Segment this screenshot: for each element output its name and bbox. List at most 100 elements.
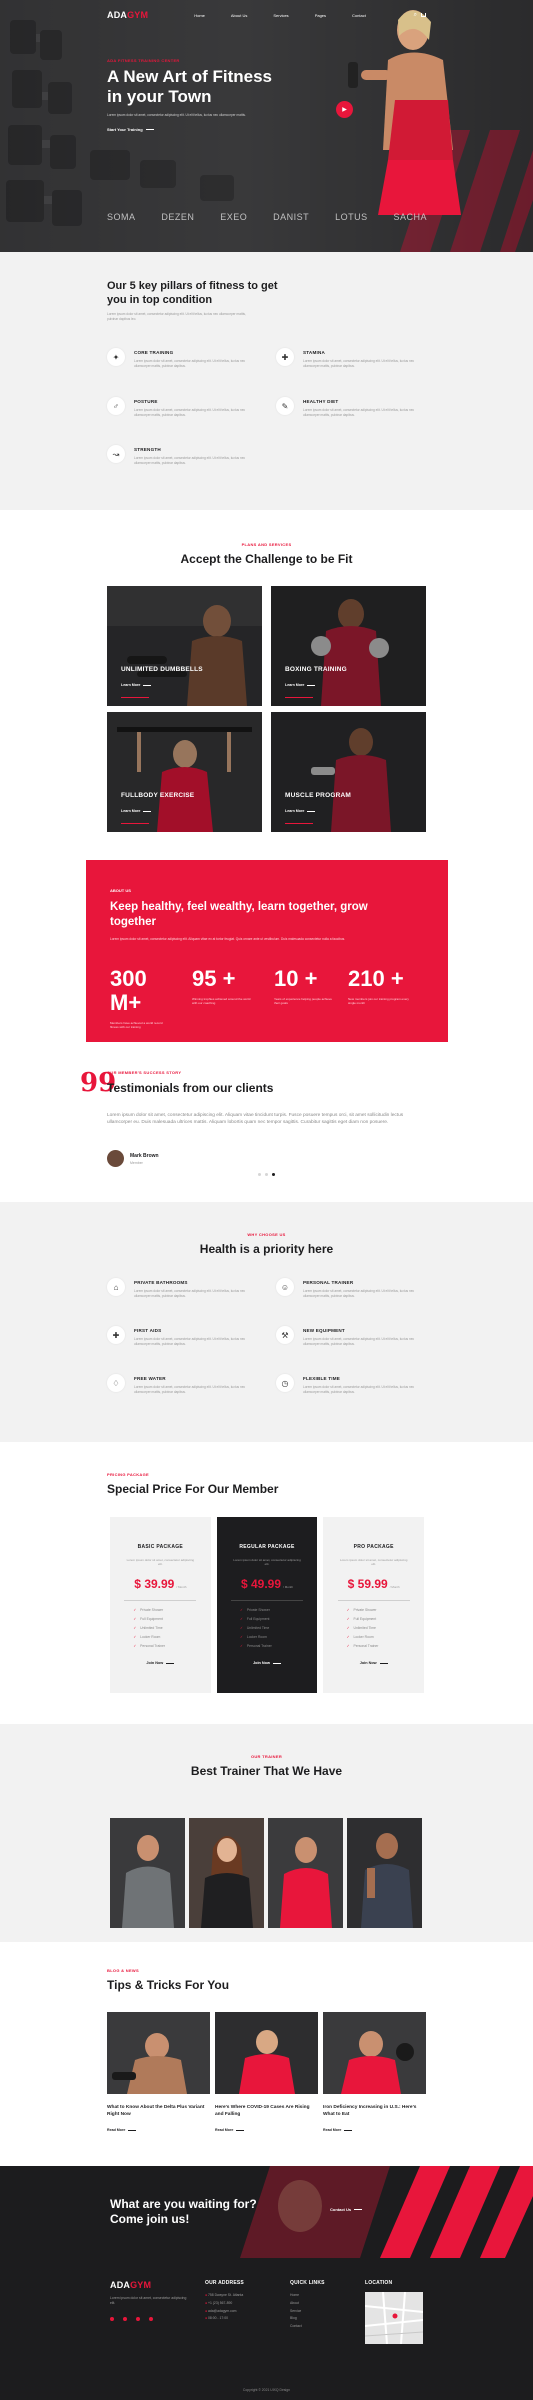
blog-post-title[interactable]: Here's Where COVID-19 Cases Are Rising a… xyxy=(215,2105,318,2118)
menu-item-services[interactable]: Services xyxy=(273,13,288,18)
start-training-button[interactable]: Start Your Training xyxy=(107,127,154,132)
plan-card[interactable]: BOXING TRAINING Learn More xyxy=(271,586,426,706)
pillar-title: HEALTHY DIET xyxy=(303,399,339,404)
blog-post[interactable]: What to Know About the Delta Plus Varian… xyxy=(107,2012,210,2136)
pillar-item: ♂ POSTURE Lorem ipsum dolor sit amet, con… xyxy=(107,397,257,417)
feature-item: ✓ Personal Trainer xyxy=(240,1642,294,1651)
equipment-icon: ⚒ xyxy=(276,1326,294,1344)
trainer-photo[interactable] xyxy=(189,1818,264,1928)
clock-icon: ◷ xyxy=(276,1374,294,1392)
menu-item-home[interactable]: Home xyxy=(194,13,205,18)
join-now-button[interactable]: Join Now xyxy=(146,1661,175,1665)
instagram-icon[interactable] xyxy=(136,2317,140,2322)
carousel-dot[interactable] xyxy=(265,1173,268,1176)
twitter-icon[interactable] xyxy=(123,2317,127,2322)
footer-link-home[interactable]: Home xyxy=(290,2292,325,2300)
about-description: Lorem ipsum dolor sit amet, consectetur … xyxy=(110,937,346,941)
banner-title: What are you waiting for? Come join us! xyxy=(110,2197,257,2226)
footer-about: ADAGYM Lorem ipsum dolor sit amet, conse… xyxy=(110,2280,190,2322)
package-desc: Lorem ipsum dolor sit amet, consectetur … xyxy=(126,1558,195,1567)
facebook-icon[interactable] xyxy=(110,2317,114,2322)
pillars-title: Our 5 key pillars of fitness to get you … xyxy=(107,280,278,306)
trainer-photo[interactable] xyxy=(268,1818,343,1928)
learn-more-link[interactable]: Learn More xyxy=(121,809,152,813)
hero-kicker: ADA Fitness Training Center xyxy=(107,58,180,63)
stat-desc: Years of experience helping people achie… xyxy=(274,997,332,1006)
health-item-desc: Lorem ipsum dolor sit amet, consectetur … xyxy=(303,1289,415,1298)
about-title: Keep healthy, feel wealthy, learn togeth… xyxy=(110,901,368,928)
stat-item: 95 + Winning trophies achieved around the… xyxy=(192,967,254,1006)
pillar-desc: Lorem ipsum dolor sit amet, consectetur … xyxy=(134,359,246,368)
main-menu: Home About Us Services Pages Contact xyxy=(194,13,366,18)
brand-logo: EXEO xyxy=(220,212,248,222)
logo[interactable]: ADAGYM xyxy=(107,10,148,20)
trainer-photo[interactable] xyxy=(110,1818,185,1928)
health-item-desc: Lorem ipsum dolor sit amet, consectetur … xyxy=(134,1385,246,1394)
about-kicker: ABOUT US xyxy=(110,888,131,893)
footer-link-contact[interactable]: Contact xyxy=(290,2323,325,2331)
learn-more-link[interactable]: Learn More xyxy=(285,683,316,687)
menu-item-pages[interactable]: Pages xyxy=(315,13,326,18)
learn-more-link[interactable]: Learn More xyxy=(121,683,152,687)
feature-item: ✓ Unlimited Time xyxy=(240,1624,294,1633)
carousel-dot-active[interactable] xyxy=(272,1173,275,1176)
contact-us-button[interactable]: Contact Us xyxy=(330,2207,363,2212)
blog-post-title[interactable]: Iron Deficiency Increasing in U.S.: Here… xyxy=(323,2105,426,2118)
brand-logo: DANIST xyxy=(273,212,310,222)
feature-item: ✓ Unlimited Time xyxy=(133,1624,187,1633)
health-item-title: FLEXIBLE TIME xyxy=(303,1376,341,1381)
testimonials-section: 99 OUR MEMBER'S SUCCESS STORY Testimonia… xyxy=(0,1042,533,1202)
trainer-photo[interactable] xyxy=(347,1818,422,1928)
blog-post-title[interactable]: What to Know About the Delta Plus Varian… xyxy=(107,2105,210,2118)
feature-item: ✓ Personal Trainer xyxy=(347,1642,401,1651)
feature-item: ✓ Full Equipment xyxy=(240,1615,294,1624)
footer-logo[interactable]: ADAGYM xyxy=(110,2280,190,2290)
plan-card-title: MUSCLE PROGRAM xyxy=(285,792,351,799)
blog-post[interactable]: Iron Deficiency Increasing in U.S.: Here… xyxy=(323,2012,426,2136)
check-icon: ✓ xyxy=(133,1635,137,1640)
plan-card-title: UNLIMITED DUMBBELLS xyxy=(121,666,203,673)
blog-title: Tips & Tricks For You xyxy=(107,1978,230,1992)
pricing-title: Special Price For Our Member xyxy=(107,1482,279,1496)
location-map[interactable] xyxy=(365,2292,423,2344)
footer-link-service[interactable]: Service xyxy=(290,2308,325,2316)
health-title: Health is a priority here xyxy=(199,1242,334,1256)
youtube-icon[interactable] xyxy=(149,2317,153,2322)
about-red-panel: ABOUT US Keep healthy, feel wealthy, lea… xyxy=(86,860,448,1042)
trainer-icon: ☺ xyxy=(276,1278,294,1296)
read-more-link[interactable]: Read More xyxy=(107,2128,137,2132)
search-icon[interactable]: ⌕ xyxy=(414,12,417,19)
blog-post[interactable]: Here's Where COVID-19 Cases Are Rising a… xyxy=(215,2012,318,2136)
hours-line: ● 08:00 - 17:00 xyxy=(205,2316,228,2321)
health-item-desc: Lorem ipsum dolor sit amet, consectetur … xyxy=(303,1385,415,1394)
carousel-dot[interactable] xyxy=(258,1173,261,1176)
email-line[interactable]: ● ada@adagym.com xyxy=(205,2308,244,2316)
footer-link-blog[interactable]: Blog xyxy=(290,2315,325,2323)
plan-card-title: BOXING TRAINING xyxy=(285,666,347,673)
stat-number: 10 + xyxy=(274,966,318,991)
feature-item: ✓ Full Equipment xyxy=(133,1615,187,1624)
package-price: $ 49.99/ Month xyxy=(240,1576,294,1591)
plan-card[interactable]: UNLIMITED DUMBBELLS Learn More xyxy=(107,586,262,706)
learn-more-link[interactable]: Learn More xyxy=(285,809,316,813)
footer-link-about[interactable]: About xyxy=(290,2300,325,2308)
health-item-desc: Lorem ipsum dolor sit amet, consectetur … xyxy=(303,1337,415,1346)
pillar-title: POSTURE xyxy=(134,399,158,404)
play-video-button[interactable]: ▶ xyxy=(336,101,353,118)
join-now-button[interactable]: Join Now xyxy=(360,1661,388,1665)
plan-card[interactable]: FULLBODY EXERCISE Learn More xyxy=(107,712,262,832)
blog-kicker: BLOG & NEWS xyxy=(107,1968,139,1973)
plan-card[interactable]: MUSCLE PROGRAM Learn More xyxy=(271,712,426,832)
cart-icon[interactable] xyxy=(421,13,426,17)
package-name: REGULAR PACKAGE xyxy=(239,1544,295,1550)
plan-card-caption: BOXING TRAINING Learn More xyxy=(285,666,347,691)
links-title: QUICK LINKS xyxy=(290,2280,325,2286)
check-icon: ✓ xyxy=(346,1608,350,1613)
read-more-link[interactable]: Read More xyxy=(323,2128,353,2132)
read-more-link[interactable]: Read More xyxy=(215,2128,245,2132)
diet-icon: ✎ xyxy=(276,397,294,415)
author-role: Member xyxy=(130,1160,143,1165)
menu-item-about[interactable]: About Us xyxy=(231,13,247,18)
menu-item-contact[interactable]: Contact xyxy=(352,13,366,18)
join-now-button[interactable]: Join Now xyxy=(253,1661,281,1665)
